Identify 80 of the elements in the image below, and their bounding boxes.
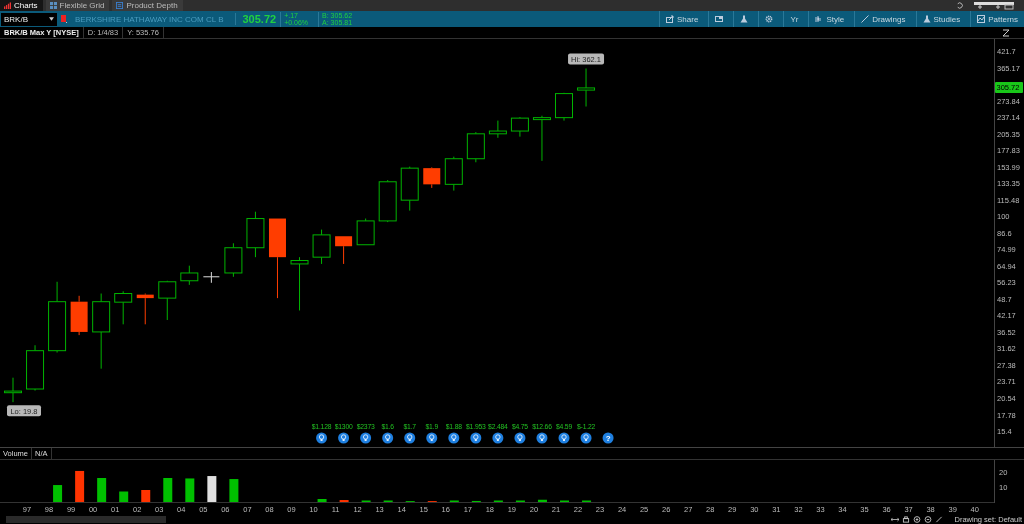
lightbulb-icon[interactable] (536, 432, 548, 444)
lightbulb-icon[interactable] (404, 432, 416, 444)
lightbulb-icon[interactable] (492, 432, 504, 444)
scrollbar[interactable] (6, 515, 166, 523)
candlestick (246, 211, 265, 258)
lightbulb-icon[interactable] (316, 432, 328, 444)
lightbulb-icon[interactable] (360, 432, 372, 444)
volume-bar (229, 479, 239, 502)
candlestick (466, 131, 485, 163)
resize-icon[interactable] (891, 515, 900, 523)
window-icon (715, 15, 724, 23)
volume-bar (53, 485, 63, 502)
candlestick (423, 166, 441, 189)
candlestick (224, 242, 243, 278)
candlestick (532, 115, 551, 162)
volume-bar (75, 470, 85, 502)
candlestick (136, 293, 154, 325)
symbol-field[interactable]: BRK/B (1, 12, 57, 26)
candlestick (290, 256, 309, 311)
volume-bar (317, 499, 327, 502)
help-marker[interactable]: ? (602, 432, 614, 444)
volume-bar (207, 476, 217, 502)
lightbulb-icon[interactable] (514, 432, 526, 444)
candlestick (158, 280, 177, 321)
zoom-out-icon[interactable] (924, 515, 933, 523)
candlestick (70, 295, 88, 336)
share-icon (666, 15, 674, 23)
tab[interactable]: Flexible Grid (45, 0, 110, 11)
zoom-in-icon[interactable] (913, 515, 922, 523)
list-icon (116, 2, 124, 9)
candlestick (312, 229, 331, 265)
lightbulb-icon[interactable] (338, 432, 350, 444)
lightbulb-icon[interactable] (382, 432, 394, 444)
timeframe-button[interactable]: Yr (783, 11, 805, 27)
pencil-button[interactable]: Drawings (854, 11, 912, 27)
volume-bar (163, 478, 173, 502)
candlestick (114, 290, 133, 325)
volume-bar (141, 490, 151, 502)
grid-icon (49, 2, 57, 9)
candlestick (356, 218, 375, 246)
last-price: 305.72 (235, 13, 277, 25)
candlestick (26, 344, 45, 392)
tab[interactable]: Charts (0, 0, 43, 11)
settings-icon (765, 15, 774, 23)
line-icon (861, 15, 870, 23)
flask-icon (922, 15, 931, 23)
volume-bar (185, 478, 195, 502)
volume-bar (97, 478, 107, 502)
lightbulb-icon[interactable] (470, 432, 482, 444)
lightbulb-icon[interactable] (580, 432, 592, 444)
candlestick (577, 68, 596, 107)
zoom-icon[interactable] (1002, 28, 1010, 37)
candlestick (335, 235, 353, 265)
flask-button[interactable]: Studies (915, 11, 967, 27)
pattern-icon (977, 15, 986, 23)
candlestick (202, 271, 220, 284)
undo-icon[interactable] (956, 2, 963, 9)
lightbulb-icon[interactable] (426, 432, 438, 444)
flask-icon (740, 15, 749, 23)
candlestick (400, 166, 419, 212)
candlestick (4, 377, 22, 403)
candlestick (378, 179, 397, 223)
lightbulb-icon[interactable] (448, 432, 460, 444)
candlestick (444, 156, 463, 192)
candlestick (488, 120, 507, 139)
candlestick (510, 116, 529, 138)
volume-bar (119, 491, 129, 502)
dropdown-icon (49, 17, 54, 21)
lightbulb-icon[interactable] (558, 432, 570, 444)
candles-icon (815, 15, 824, 23)
candlestick (180, 265, 199, 286)
style-button[interactable]: Style (808, 11, 851, 27)
patterns-button[interactable]: Patterns (970, 11, 1024, 27)
bar-chart-icon (4, 2, 11, 9)
layout-controls-drawing[interactable] (974, 1, 1014, 10)
share-button[interactable]: Share (659, 11, 705, 27)
printer-icon[interactable] (902, 515, 911, 523)
volume-bar (537, 499, 547, 502)
candlestick (555, 92, 573, 122)
tab[interactable]: Product Depth (112, 0, 183, 11)
